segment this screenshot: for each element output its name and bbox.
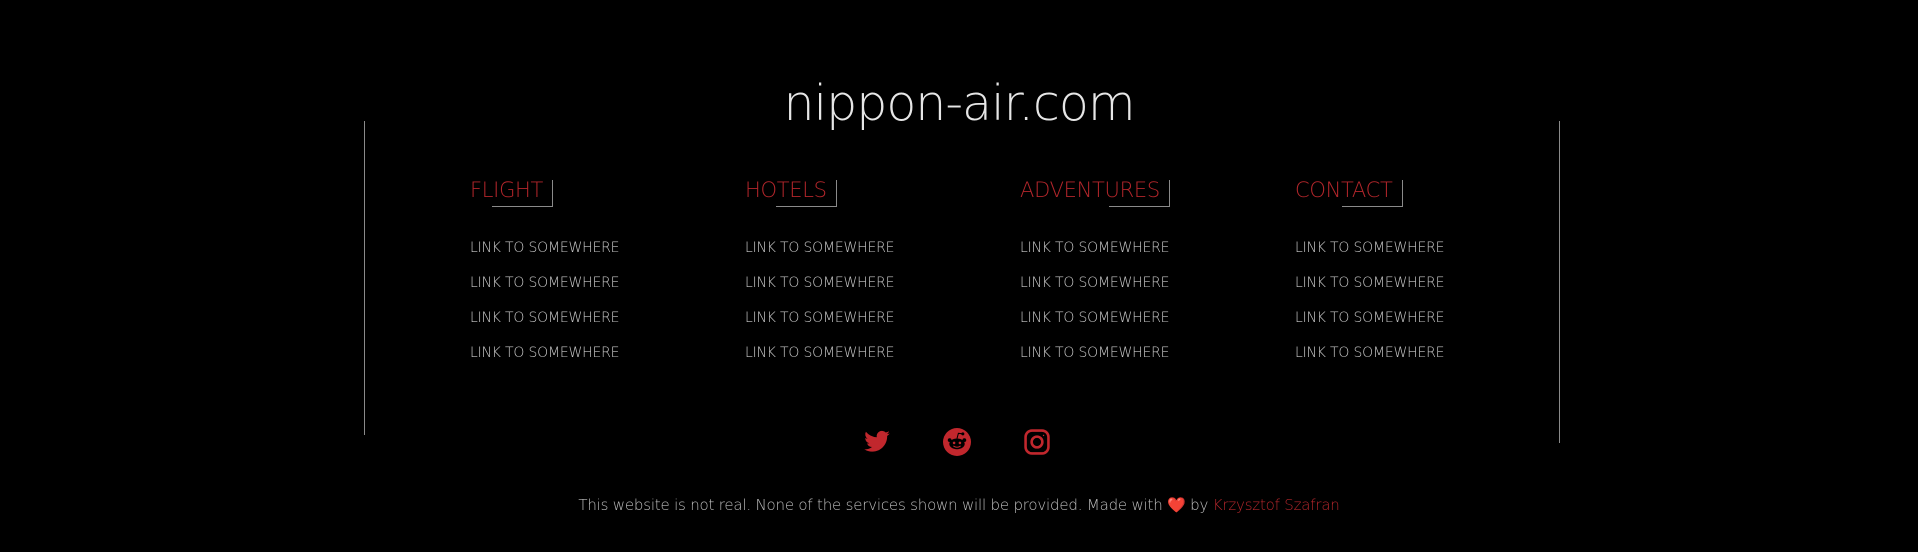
- column-heading: CONTACT: [1295, 176, 1403, 207]
- link-list: LINK TO SOMEWHERE LINK TO SOMEWHERE LINK…: [745, 238, 975, 378]
- footer-link[interactable]: LINK TO SOMEWHERE: [470, 345, 619, 361]
- list-item: LINK TO SOMEWHERE: [1295, 238, 1525, 273]
- footer-link[interactable]: LINK TO SOMEWHERE: [1295, 240, 1444, 256]
- heading-bracket: [1341, 180, 1403, 207]
- column-heading: FLIGHT: [470, 176, 554, 207]
- list-item: LINK TO SOMEWHERE: [1020, 308, 1250, 343]
- list-item: LINK TO SOMEWHERE: [470, 273, 700, 308]
- footer-link[interactable]: LINK TO SOMEWHERE: [745, 310, 894, 326]
- footer-link[interactable]: LINK TO SOMEWHERE: [1295, 275, 1444, 291]
- list-item: LINK TO SOMEWHERE: [745, 238, 975, 273]
- heading-bracket: [492, 180, 554, 207]
- footer-text: This website is not real. None of the se…: [578, 496, 1163, 514]
- list-item: LINK TO SOMEWHERE: [470, 308, 700, 343]
- list-item: LINK TO SOMEWHERE: [1020, 343, 1250, 378]
- column-flight: FLIGHT LINK TO SOMEWHERE LINK TO SOMEWHE…: [470, 176, 700, 378]
- left-divider: [364, 121, 365, 435]
- link-list: LINK TO SOMEWHERE LINK TO SOMEWHERE LINK…: [1020, 238, 1250, 378]
- list-item: LINK TO SOMEWHERE: [745, 343, 975, 378]
- column-hotels: HOTELS LINK TO SOMEWHERE LINK TO SOMEWHE…: [745, 176, 975, 378]
- footer-link[interactable]: LINK TO SOMEWHERE: [1020, 345, 1169, 361]
- list-item: LINK TO SOMEWHERE: [1020, 273, 1250, 308]
- footer-link[interactable]: LINK TO SOMEWHERE: [745, 345, 894, 361]
- list-item: LINK TO SOMEWHERE: [745, 273, 975, 308]
- footer-by: by: [1190, 496, 1209, 514]
- column-heading: HOTELS: [745, 176, 837, 207]
- footer-link[interactable]: LINK TO SOMEWHERE: [1295, 345, 1444, 361]
- link-list: LINK TO SOMEWHERE LINK TO SOMEWHERE LINK…: [1295, 238, 1525, 378]
- site-title: nippon-air.com: [783, 75, 1135, 132]
- list-item: LINK TO SOMEWHERE: [745, 308, 975, 343]
- list-item: LINK TO SOMEWHERE: [1295, 343, 1525, 378]
- list-item: LINK TO SOMEWHERE: [470, 343, 700, 378]
- social-links: [0, 428, 1918, 458]
- footer-link[interactable]: LINK TO SOMEWHERE: [1020, 275, 1169, 291]
- column-contact: CONTACT LINK TO SOMEWHERE LINK TO SOMEWH…: [1295, 176, 1525, 378]
- instagram-icon[interactable]: [1023, 428, 1051, 456]
- list-item: LINK TO SOMEWHERE: [1295, 308, 1525, 343]
- author-link[interactable]: Krzysztof Szafran: [1213, 496, 1340, 514]
- footer-link[interactable]: LINK TO SOMEWHERE: [1020, 310, 1169, 326]
- footer-link[interactable]: LINK TO SOMEWHERE: [1020, 240, 1169, 256]
- reddit-icon[interactable]: [943, 428, 971, 456]
- footer-link[interactable]: LINK TO SOMEWHERE: [1295, 310, 1444, 326]
- column-heading: ADVENTURES: [1020, 176, 1170, 207]
- list-item: LINK TO SOMEWHERE: [1295, 273, 1525, 308]
- footer-link[interactable]: LINK TO SOMEWHERE: [470, 275, 619, 291]
- footer-link[interactable]: LINK TO SOMEWHERE: [745, 275, 894, 291]
- footer-link[interactable]: LINK TO SOMEWHERE: [745, 240, 894, 256]
- heart-icon: ❤️: [1167, 496, 1186, 514]
- column-adventures: ADVENTURES LINK TO SOMEWHERE LINK TO SOM…: [1020, 176, 1250, 378]
- footer-link[interactable]: LINK TO SOMEWHERE: [470, 310, 619, 326]
- heading-bracket: [775, 180, 837, 207]
- heading-bracket: [1108, 180, 1170, 207]
- twitter-icon[interactable]: [863, 428, 891, 456]
- right-divider: [1559, 121, 1560, 443]
- list-item: LINK TO SOMEWHERE: [1020, 238, 1250, 273]
- footer-note: This website is not real. None of the se…: [0, 494, 1918, 516]
- link-list: LINK TO SOMEWHERE LINK TO SOMEWHERE LINK…: [470, 238, 700, 378]
- footer-link[interactable]: LINK TO SOMEWHERE: [470, 240, 619, 256]
- list-item: LINK TO SOMEWHERE: [470, 238, 700, 273]
